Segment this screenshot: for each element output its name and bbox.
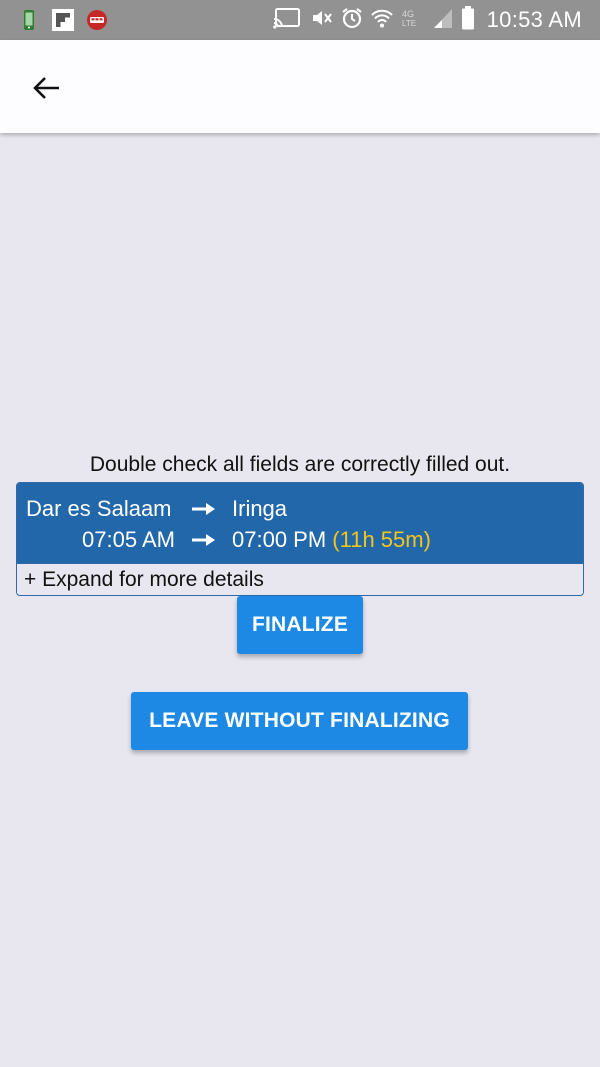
trip-summary-card: Dar es Salaam Iringa 07:05 AM 07:00 PM (… [16,482,584,596]
flipboard-icon [52,9,74,31]
instruction-text: Double check all fields are correctly fi… [89,453,511,476]
battery-icon [461,5,475,35]
departure-time: 07:05 AM [82,527,175,552]
status-bar: 4G LTE 10:53 AM [0,0,600,40]
svg-text:LTE: LTE [402,19,416,28]
leave-without-finalizing-button[interactable]: LEAVE WITHOUT FINALIZING [131,692,468,750]
arrival-time: 07:00 PM [232,527,327,552]
lte-icon: 4G LTE [401,7,425,34]
origin-city: Dar es Salaam [26,496,172,521]
screen: 4G LTE 10:53 AM Double check all fields … [0,0,600,1067]
arrival-time-group: 07:00 PM (11h 55m) [232,525,431,555]
system-status-icons: 4G LTE 10:53 AM [272,5,582,35]
notification-icons [18,8,108,32]
status-time: 10:53 AM [486,7,582,32]
route-row: Dar es Salaam Iringa [17,494,583,524]
trip-header: Dar es Salaam Iringa 07:05 AM 07:00 PM (… [17,483,583,563]
signal-icon [433,7,453,34]
finalize-button[interactable]: FINALIZE [237,596,363,654]
time-arrow-icon [192,525,216,555]
trip-duration: (11h 55m) [332,527,431,552]
back-button[interactable] [22,64,70,112]
expand-details-toggle[interactable]: + Expand for more details [17,563,583,594]
bus-app-icon [86,9,108,31]
phone-app-icon [18,9,40,31]
alarm-icon [341,7,363,34]
svg-text:4G: 4G [402,9,414,19]
app-bar [0,40,600,133]
route-arrow-icon [192,494,216,524]
vibrate-mute-icon [309,7,333,34]
destination-city: Iringa [232,496,288,521]
arrow-back-icon [33,77,59,99]
time-row: 07:05 AM 07:00 PM (11h 55m) [17,525,583,555]
cast-icon [272,7,301,34]
wifi-icon [370,7,393,34]
